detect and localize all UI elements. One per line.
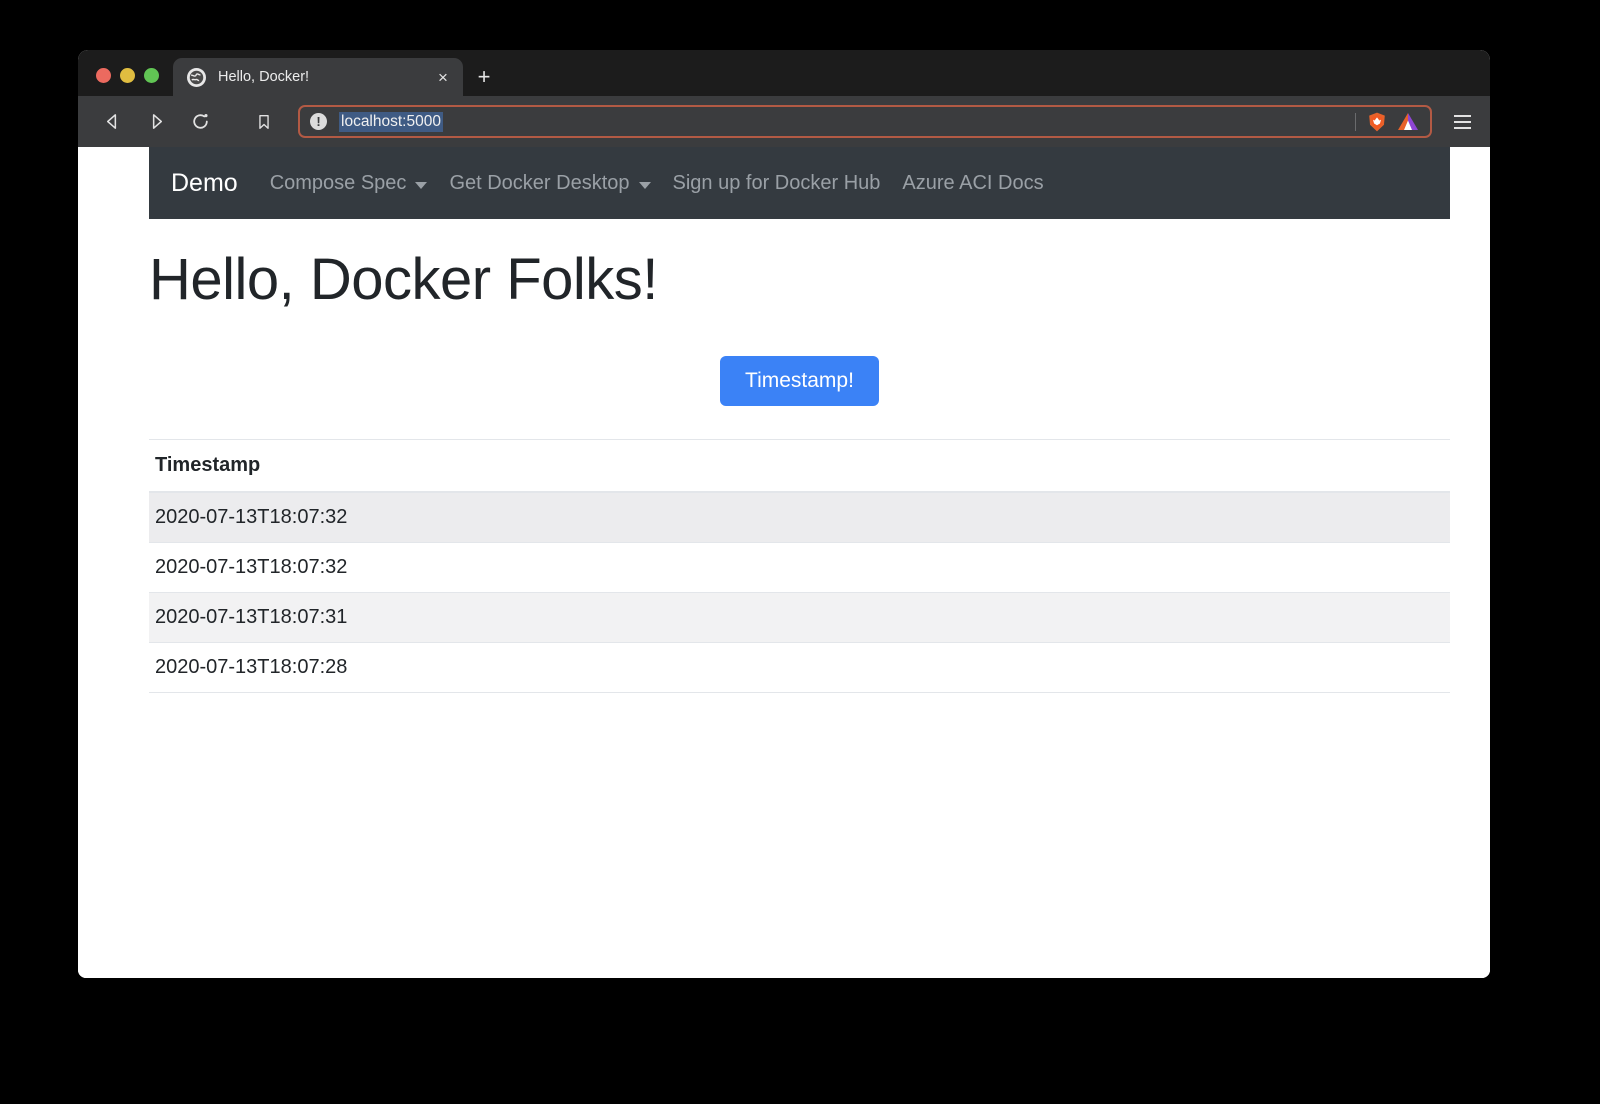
- nav-link-label: Azure ACI Docs: [902, 172, 1043, 195]
- cell-timestamp: 2020-07-13T18:07:32: [149, 492, 1450, 543]
- cell-timestamp: 2020-07-13T18:07:28: [149, 642, 1450, 692]
- address-bar[interactable]: ! localhost:5000: [298, 105, 1432, 138]
- brave-shield-icon[interactable]: [1366, 111, 1388, 133]
- page-title: Hello, Docker Folks!: [149, 219, 1450, 314]
- table-row[interactable]: 2020-07-13T18:07:28: [149, 642, 1450, 692]
- brand-logo[interactable]: Demo: [171, 169, 238, 198]
- nav-link-sign-up-docker-hub[interactable]: Sign up for Docker Hub: [673, 172, 881, 195]
- site-info-icon[interactable]: !: [310, 113, 327, 130]
- table-row[interactable]: 2020-07-13T18:07:32: [149, 492, 1450, 543]
- tab-strip: Hello, Docker! × +: [78, 50, 1490, 96]
- cell-timestamp: 2020-07-13T18:07:31: [149, 592, 1450, 642]
- globe-icon: [187, 68, 206, 87]
- maximize-window-button[interactable]: [144, 68, 159, 83]
- url-text[interactable]: localhost:5000: [339, 112, 443, 132]
- bookmark-icon[interactable]: [246, 104, 282, 140]
- table-head: Timestamp: [149, 439, 1450, 492]
- nav-link-compose-spec[interactable]: Compose Spec: [270, 172, 428, 195]
- page-viewport: Demo Compose Spec Get Docker Desktop Sig…: [78, 147, 1490, 978]
- browser-tab[interactable]: Hello, Docker! ×: [173, 58, 463, 96]
- table-row[interactable]: 2020-07-13T18:07:32: [149, 542, 1450, 592]
- back-icon[interactable]: [94, 104, 130, 140]
- forward-icon[interactable]: [138, 104, 174, 140]
- close-window-button[interactable]: [96, 68, 111, 83]
- tab-title: Hello, Docker!: [218, 69, 429, 85]
- browser-toolbar: ! localhost:5000: [78, 96, 1490, 147]
- nav-link-azure-aci-docs[interactable]: Azure ACI Docs: [902, 172, 1043, 195]
- timestamp-button[interactable]: Timestamp!: [720, 356, 879, 406]
- button-row: Timestamp!: [149, 314, 1450, 406]
- minimize-window-button[interactable]: [120, 68, 135, 83]
- close-icon[interactable]: ×: [429, 63, 457, 91]
- chevron-down-icon: [639, 182, 651, 189]
- table-body: 2020-07-13T18:07:32 2020-07-13T18:07:32 …: [149, 492, 1450, 693]
- nav-link-get-docker-desktop[interactable]: Get Docker Desktop: [449, 172, 650, 195]
- table-row[interactable]: 2020-07-13T18:07:31: [149, 592, 1450, 642]
- toolbar-divider: [1355, 113, 1356, 131]
- nav-link-label: Sign up for Docker Hub: [673, 172, 881, 195]
- cell-timestamp: 2020-07-13T18:07:32: [149, 542, 1450, 592]
- navbar-links: Compose Spec Get Docker Desktop Sign up …: [270, 172, 1044, 195]
- hamburger-menu-icon[interactable]: [1444, 104, 1480, 140]
- browser-window: Hello, Docker! × + !: [78, 50, 1490, 978]
- window-controls: [78, 68, 173, 96]
- hamburger-line: [1454, 115, 1471, 117]
- chevron-down-icon: [415, 182, 427, 189]
- reload-icon[interactable]: [182, 104, 218, 140]
- new-tab-button[interactable]: +: [467, 58, 501, 96]
- column-header-timestamp: Timestamp: [149, 439, 1450, 492]
- site-navbar: Demo Compose Spec Get Docker Desktop Sig…: [149, 147, 1450, 219]
- hamburger-line: [1454, 121, 1471, 123]
- hamburger-line: [1454, 127, 1471, 129]
- nav-link-label: Compose Spec: [270, 172, 407, 195]
- page-content: Hello, Docker Folks! Timestamp! Timestam…: [149, 219, 1450, 693]
- timestamp-table: Timestamp 2020-07-13T18:07:32 2020-07-13…: [149, 439, 1450, 693]
- table-header-row: Timestamp: [149, 439, 1450, 492]
- brave-rewards-icon[interactable]: [1396, 111, 1420, 133]
- nav-link-label: Get Docker Desktop: [449, 172, 629, 195]
